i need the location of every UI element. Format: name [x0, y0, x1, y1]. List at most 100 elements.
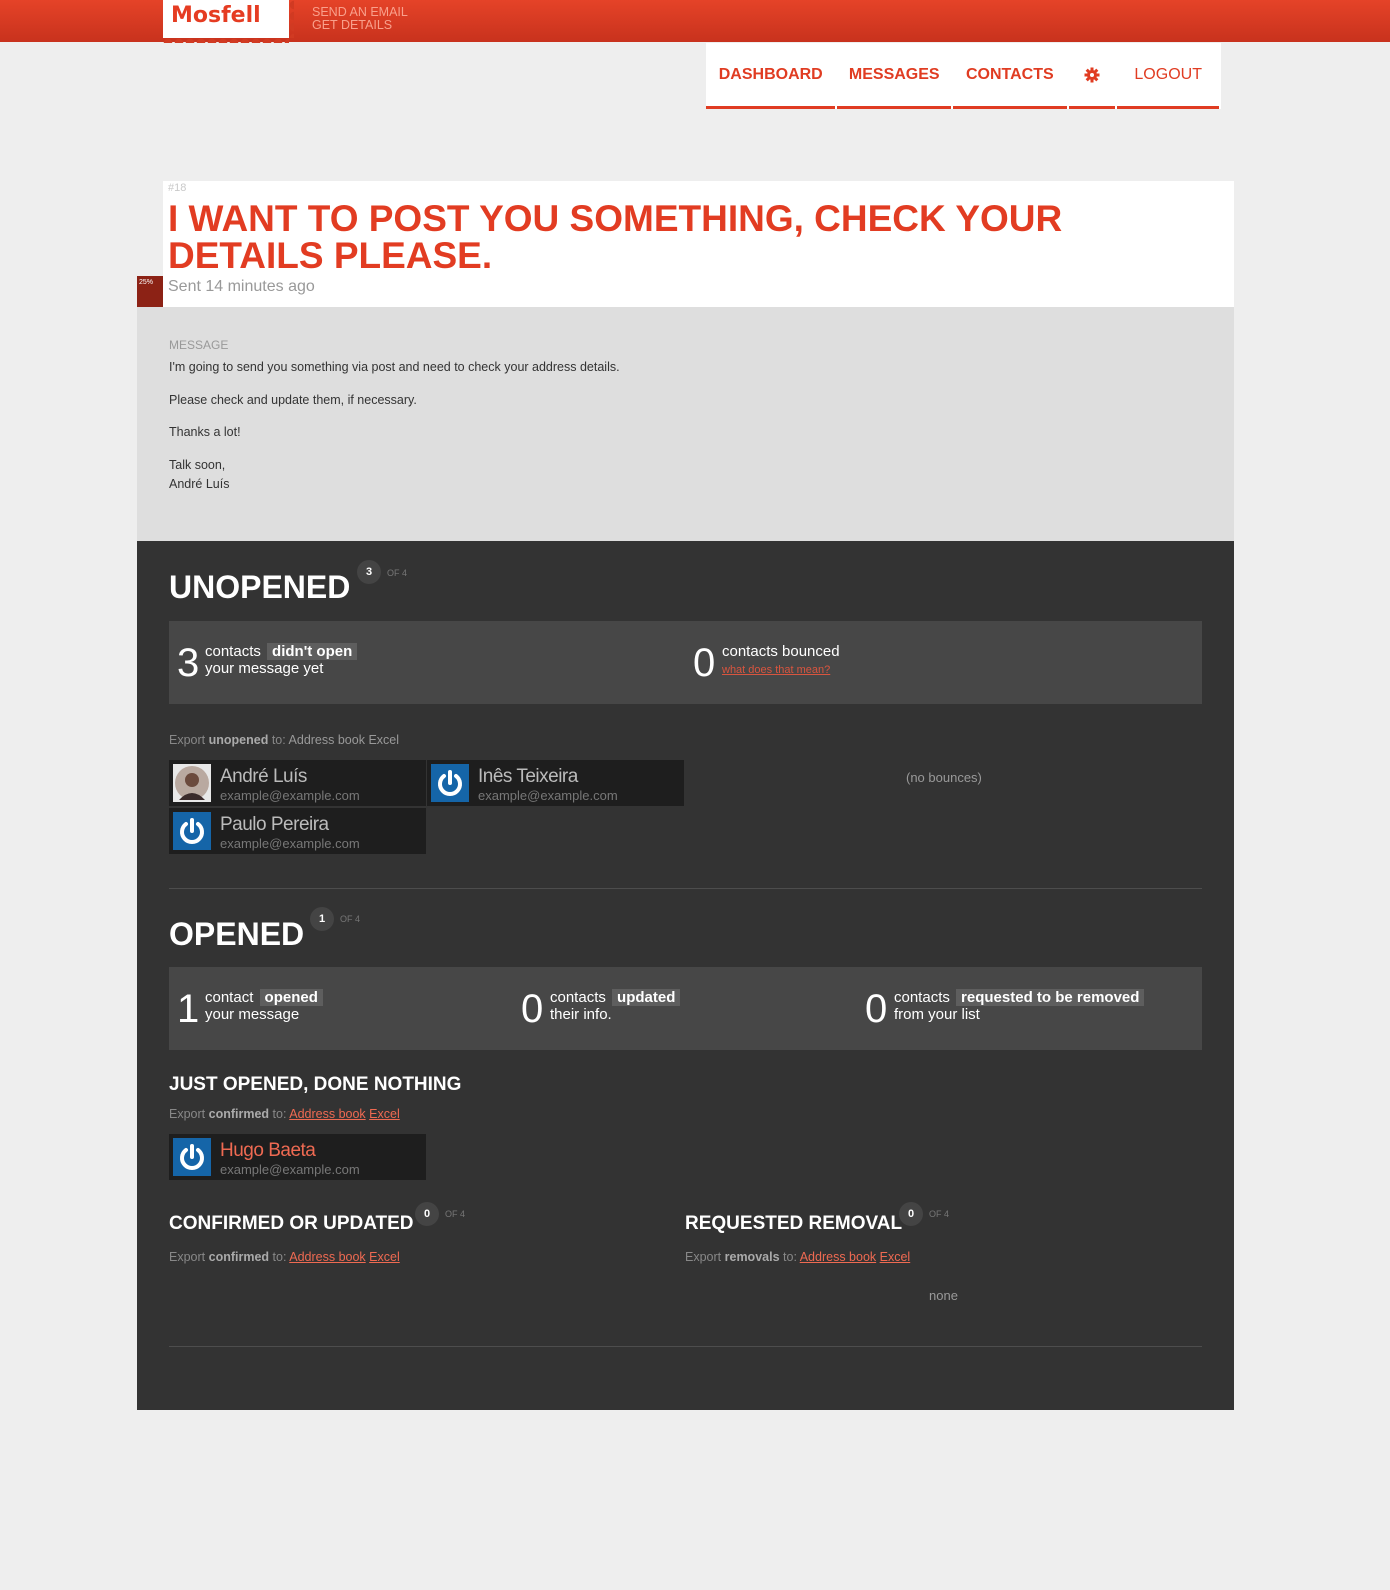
- export-excel-link[interactable]: Excel: [368, 733, 399, 747]
- bounced-stat: 0 contacts bounced what does that mean?: [693, 641, 1093, 685]
- export-label: Export: [169, 733, 206, 747]
- stat-number: 0: [865, 987, 888, 1031]
- export-label: Export: [169, 1250, 206, 1264]
- confirmed-of-label: OF 4: [445, 1209, 466, 1219]
- message-title: I WANT TO POST YOU SOMETHING, CHECK YOUR…: [168, 198, 1063, 276]
- message-body: MESSAGE I'm going to send you something …: [137, 307, 1234, 541]
- stamp-perforation: [163, 33, 289, 43]
- stat-line2: from your list: [894, 1006, 980, 1023]
- export-address-book-link[interactable]: Address book: [289, 1250, 365, 1264]
- get-details-link[interactable]: GET DETAILS: [312, 19, 408, 32]
- power-icon-graphic: [180, 1144, 204, 1170]
- stat-text: contacts bounced what does that mean?: [722, 643, 840, 679]
- export-kind: unopened: [208, 733, 269, 747]
- logo-text: Mosfell: [171, 3, 261, 28]
- export-kind: confirmed: [208, 1250, 270, 1264]
- logo[interactable]: Mosfell: [163, 0, 294, 43]
- opened-stat: 1 contact opened your message: [177, 987, 497, 1031]
- contact-email: example@example.com: [478, 788, 618, 803]
- export-to: to:: [272, 1250, 287, 1264]
- power-icon: [173, 812, 211, 850]
- power-icon-graphic: [180, 818, 204, 844]
- contact-email: example@example.com: [220, 788, 360, 803]
- stat-prefix: contacts: [205, 643, 261, 660]
- export-excel-link[interactable]: Excel: [880, 1250, 911, 1264]
- body-paragraph: Thanks a lot!: [169, 425, 241, 439]
- removal-of-label: OF 4: [929, 1209, 950, 1219]
- confirmed-title: CONFIRMED OR UPDATED: [169, 1213, 414, 1234]
- updated-stat: 0 contacts updated their info.: [521, 987, 841, 1031]
- message-number: #18: [168, 182, 187, 194]
- power-icon-graphic: [438, 770, 462, 796]
- stats-panel: UNOPENED 3 OF 4 3 contacts didn't open y…: [137, 541, 1234, 1410]
- stat-number: 1: [177, 987, 200, 1031]
- opened-of-label: OF 4: [340, 914, 361, 924]
- stamp-perforation: [284, 0, 294, 38]
- unopened-title: UNOPENED: [169, 569, 351, 605]
- message-header: 25% #18 I WANT TO POST YOU SOMETHING, CH…: [137, 181, 1234, 307]
- removal-title: REQUESTED REMOVAL: [685, 1213, 903, 1234]
- nav-messages[interactable]: MESSAGES: [837, 43, 952, 109]
- nav-dashboard[interactable]: DASHBOARD: [706, 43, 836, 109]
- unopened-stats: 3 contacts didn't open your message yet …: [169, 621, 1202, 704]
- stat-highlight: didn't open: [267, 643, 358, 660]
- power-icon: [431, 764, 469, 802]
- confirmed-count-badge: 0: [415, 1202, 439, 1226]
- export-label: Export: [685, 1250, 722, 1264]
- opened-stats: 1 contact opened your message 0 contacts…: [169, 967, 1202, 1050]
- stat-prefix: contacts: [894, 989, 950, 1006]
- what-does-that-mean-link[interactable]: what does that mean?: [722, 664, 830, 676]
- no-bounces-text: (no bounces): [906, 770, 982, 785]
- progress-indicator: 25%: [137, 276, 163, 307]
- removal-none-text: none: [929, 1288, 958, 1303]
- body-paragraph: Talk soon,: [169, 457, 226, 472]
- stat-text: contacts requested to be removed from yo…: [894, 989, 1145, 1023]
- message-card: 25% #18 I WANT TO POST YOU SOMETHING, CH…: [137, 181, 1234, 1410]
- removal-count-badge: 0: [899, 1202, 923, 1226]
- export-excel-link[interactable]: Excel: [369, 1107, 400, 1121]
- stat-text: contacts didn't open your message yet: [205, 643, 358, 677]
- contact-card[interactable]: Hugo Baeta example@example.com: [169, 1134, 426, 1180]
- stat-highlight: updated: [612, 989, 681, 1006]
- export-to: to:: [272, 1107, 287, 1121]
- nav-contacts[interactable]: CONTACTS: [953, 43, 1067, 109]
- gear-icon: [1084, 67, 1100, 82]
- unopened-export: Export unopened to: Address book Excel: [169, 733, 399, 747]
- photo-avatar: [173, 764, 211, 802]
- stat-highlight: opened: [259, 989, 323, 1006]
- body-label: MESSAGE: [169, 338, 229, 352]
- export-to: to:: [271, 733, 286, 747]
- nav-settings[interactable]: [1068, 43, 1116, 109]
- export-label: Export: [169, 1107, 206, 1121]
- nav-logout[interactable]: LOGOUT: [1117, 43, 1219, 109]
- user-photo-icon: [173, 764, 211, 802]
- export-address-book-link[interactable]: Address book: [289, 733, 365, 747]
- contact-email: example@example.com: [220, 836, 360, 851]
- stat-line2: their info.: [550, 1006, 612, 1023]
- sent-time: Sent 14 minutes ago: [168, 278, 315, 295]
- export-excel-link[interactable]: Excel: [369, 1250, 400, 1264]
- stat-text: contact opened your message: [205, 989, 323, 1023]
- main-nav: DASHBOARD MESSAGES CONTACTS LOGOUT: [706, 43, 1221, 109]
- removal-stat: 0 contacts requested to be removed from …: [865, 987, 1195, 1031]
- export-kind: removals: [724, 1250, 780, 1264]
- stat-highlight: requested to be removed: [956, 989, 1145, 1006]
- contact-name: Hugo Baeta: [220, 1140, 316, 1161]
- export-to: to:: [783, 1250, 797, 1264]
- just-opened-export: Export confirmed to: Address book Excel: [169, 1107, 400, 1121]
- body-paragraph: I'm going to send you something via post…: [169, 360, 620, 374]
- contact-card[interactable]: Inês Teixeira example@example.com: [427, 760, 684, 806]
- export-address-book-link[interactable]: Address book: [289, 1107, 365, 1121]
- stat-line1: contacts bounced: [722, 643, 840, 660]
- body-paragraph: Please check and update them, if necessa…: [169, 392, 417, 407]
- contact-card[interactable]: Paulo Pereira example@example.com: [169, 808, 426, 854]
- confirmed-export: Export confirmed to: Address book Excel: [169, 1250, 400, 1264]
- stat-prefix: contact: [205, 989, 254, 1006]
- unopened-of-label: OF 4: [387, 568, 408, 578]
- power-icon: [173, 1138, 211, 1176]
- export-address-book-link[interactable]: Address book: [800, 1250, 876, 1264]
- contact-email: example@example.com: [220, 1162, 360, 1177]
- removal-export: Export removals to: Address book Excel: [685, 1250, 910, 1264]
- contact-card[interactable]: André Luís example@example.com: [169, 760, 426, 806]
- didnt-open-stat: 3 contacts didn't open your message yet: [177, 641, 577, 685]
